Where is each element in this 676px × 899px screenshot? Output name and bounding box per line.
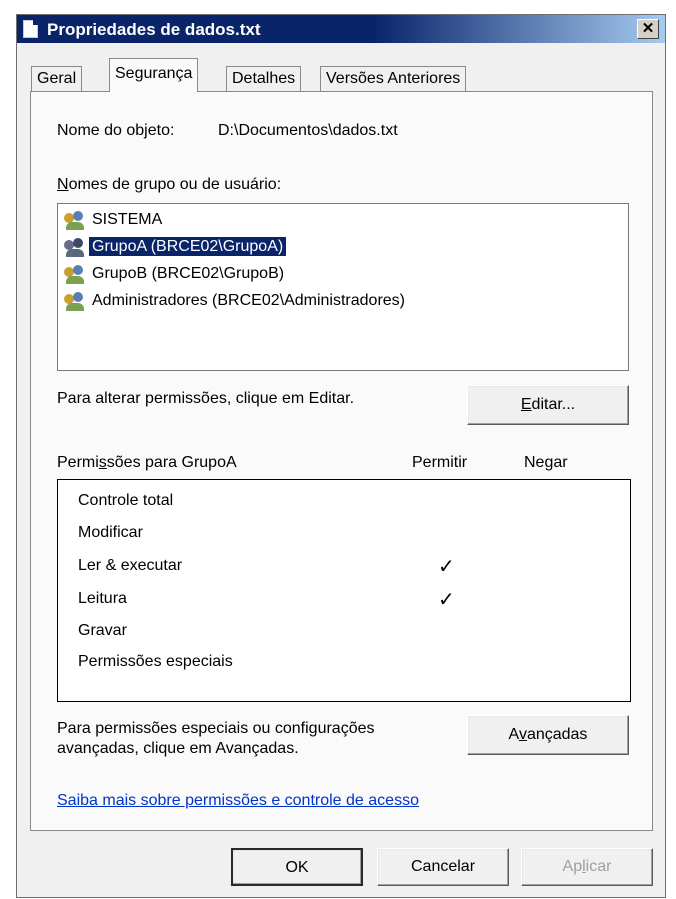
permission-row: Leitura	[78, 590, 127, 607]
users-group-icon	[64, 265, 90, 285]
permissions-label: Permissões para GrupoA	[57, 454, 237, 471]
users-group-icon	[64, 238, 90, 258]
tab-detalhes[interactable]: Detalhes	[226, 66, 302, 92]
title-bar[interactable]: Propriedades de dados.txt ✕	[17, 15, 665, 43]
permission-row: Gravar	[78, 622, 127, 639]
list-item[interactable]: SISTEMA	[62, 208, 630, 235]
edit-button[interactable]: Editar...	[467, 385, 629, 425]
document-icon	[23, 20, 38, 38]
tab-geral[interactable]: Geral	[31, 66, 83, 92]
allow-check-icon: ✓	[438, 587, 455, 611]
object-name-value: D:\Documentos\dados.txt	[218, 122, 398, 139]
advanced-button[interactable]: Avançadas	[467, 715, 629, 755]
permission-row: Permissões especiais	[78, 653, 233, 670]
allow-check-icon: ✓	[438, 554, 455, 578]
ok-button[interactable]: OK	[231, 848, 363, 886]
close-button[interactable]: ✕	[637, 19, 659, 39]
cancel-button[interactable]: Cancelar	[377, 848, 509, 886]
users-group-icon	[64, 211, 90, 231]
object-name-label: Nome do objeto:	[57, 122, 175, 139]
apply-button[interactable]: Aplicar	[521, 848, 653, 886]
allow-column-header: Permitir	[412, 454, 468, 471]
edit-hint: Para alterar permissões, clique em Edita…	[57, 390, 355, 407]
list-item[interactable]: Administradores (BRCE02\Administradores)	[62, 289, 630, 316]
permission-row: Modificar	[78, 524, 143, 541]
advanced-hint-line2: avançadas, clique em Avançadas.	[57, 740, 299, 757]
permissions-list[interactable]: Controle total Modificar Ler & executar …	[57, 479, 631, 702]
permission-row: Controle total	[78, 492, 174, 509]
groups-listbox[interactable]: SISTEMA GrupoA (BRCE02\GrupoA) GrupoB (B…	[57, 203, 629, 371]
tab-seguranca[interactable]: Segurança	[109, 58, 199, 92]
deny-column-header: Negar	[524, 454, 568, 471]
groups-label: Nomes de grupo ou de usuário:	[57, 176, 282, 193]
learn-more-link[interactable]: Saiba mais sobre permissões e controle d…	[57, 792, 419, 810]
tab-versoes-anteriores[interactable]: Versões Anteriores	[320, 66, 467, 92]
users-group-icon	[64, 292, 90, 312]
window-title: Propriedades de dados.txt	[47, 20, 261, 39]
list-item[interactable]: GrupoA (BRCE02\GrupoA)	[62, 235, 630, 262]
list-item[interactable]: GrupoB (BRCE02\GrupoB)	[62, 262, 630, 289]
advanced-hint-line1: Para permissões especiais ou configuraçõ…	[57, 720, 375, 737]
permission-row: Ler & executar	[78, 557, 183, 574]
